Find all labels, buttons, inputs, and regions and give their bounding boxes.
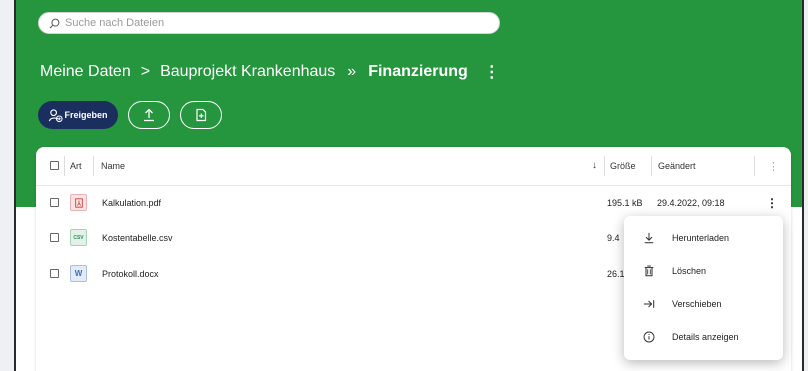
new-document-button[interactable] xyxy=(180,101,222,129)
column-divider xyxy=(93,156,94,176)
menu-item-move[interactable]: Verschieben xyxy=(624,288,783,320)
table-header: Art Name ↓ Größe Geändert ⋮ xyxy=(36,147,791,186)
share-button-label: Freigeben xyxy=(64,110,108,120)
column-header-type[interactable]: Art xyxy=(70,161,82,171)
sort-descending-icon[interactable]: ↓ xyxy=(592,160,597,171)
breadcrumb-root[interactable]: Meine Daten xyxy=(40,63,131,81)
row-checkbox[interactable] xyxy=(50,198,59,207)
column-divider xyxy=(604,156,605,176)
file-name[interactable]: Protokoll.docx xyxy=(102,269,159,279)
file-name[interactable]: Kalkulation.pdf xyxy=(102,198,161,208)
menu-item-download[interactable]: Herunterladen xyxy=(624,222,783,254)
file-size: 9.4 xyxy=(607,233,620,243)
menu-item-label: Löschen xyxy=(672,266,707,276)
context-menu: Herunterladen Löschen Verschieben Detail… xyxy=(624,216,783,360)
row-more-icon[interactable]: ⋮ xyxy=(766,196,778,210)
breadcrumb-project[interactable]: Bauprojekt Krankenhaus xyxy=(160,63,335,81)
search-bar[interactable] xyxy=(38,12,500,34)
pdf-file-icon xyxy=(70,194,87,211)
column-header-size[interactable]: Größe xyxy=(610,161,636,171)
app-window: Meine Daten > Bauprojekt Krankenhaus » F… xyxy=(14,0,804,371)
menu-item-label: Herunterladen xyxy=(672,233,730,243)
row-checkbox[interactable] xyxy=(50,269,59,278)
toolbar: Freigeben xyxy=(38,101,222,129)
search-icon xyxy=(49,18,60,28)
trash-icon xyxy=(642,264,656,278)
csv-icon-text: CSV xyxy=(73,234,84,241)
folder-more-menu-icon[interactable]: ⋮ xyxy=(484,62,500,82)
info-icon xyxy=(642,330,656,344)
file-size: 195.1 kB xyxy=(607,198,643,208)
column-header-name[interactable]: Name xyxy=(101,161,125,171)
column-divider xyxy=(651,156,652,176)
menu-item-delete[interactable]: Löschen xyxy=(624,255,783,287)
column-divider xyxy=(754,156,755,176)
row-checkbox[interactable] xyxy=(50,233,59,242)
share-button[interactable]: Freigeben xyxy=(38,101,118,129)
column-options-icon[interactable]: ⋮ xyxy=(768,160,779,173)
csv-file-icon: CSV xyxy=(70,229,87,246)
breadcrumb-separator: > xyxy=(140,63,151,80)
column-header-modified[interactable]: Geändert xyxy=(658,161,696,171)
word-file-icon: W xyxy=(70,265,87,282)
menu-item-details[interactable]: Details anzeigen xyxy=(624,321,783,353)
move-icon xyxy=(642,297,656,311)
breadcrumb-current: Finanzierung xyxy=(368,63,468,80)
upload-icon xyxy=(144,108,154,122)
select-all-checkbox[interactable] xyxy=(50,161,59,170)
new-file-icon xyxy=(196,108,207,122)
share-user-icon xyxy=(49,108,64,122)
search-input[interactable] xyxy=(65,17,465,29)
breadcrumb: Meine Daten > Bauprojekt Krankenhaus » F… xyxy=(40,61,500,83)
word-icon-text: W xyxy=(74,269,83,278)
column-divider xyxy=(64,156,65,176)
menu-item-label: Details anzeigen xyxy=(672,332,739,342)
file-modified: 29.4.2022, 09:18 xyxy=(657,198,725,208)
breadcrumb-separator-double: » xyxy=(347,63,357,80)
file-size: 26.1 xyxy=(607,269,625,279)
menu-item-label: Verschieben xyxy=(672,299,722,309)
file-name[interactable]: Kostentabelle.csv xyxy=(102,233,173,243)
upload-button[interactable] xyxy=(128,101,170,129)
download-icon xyxy=(642,231,656,245)
